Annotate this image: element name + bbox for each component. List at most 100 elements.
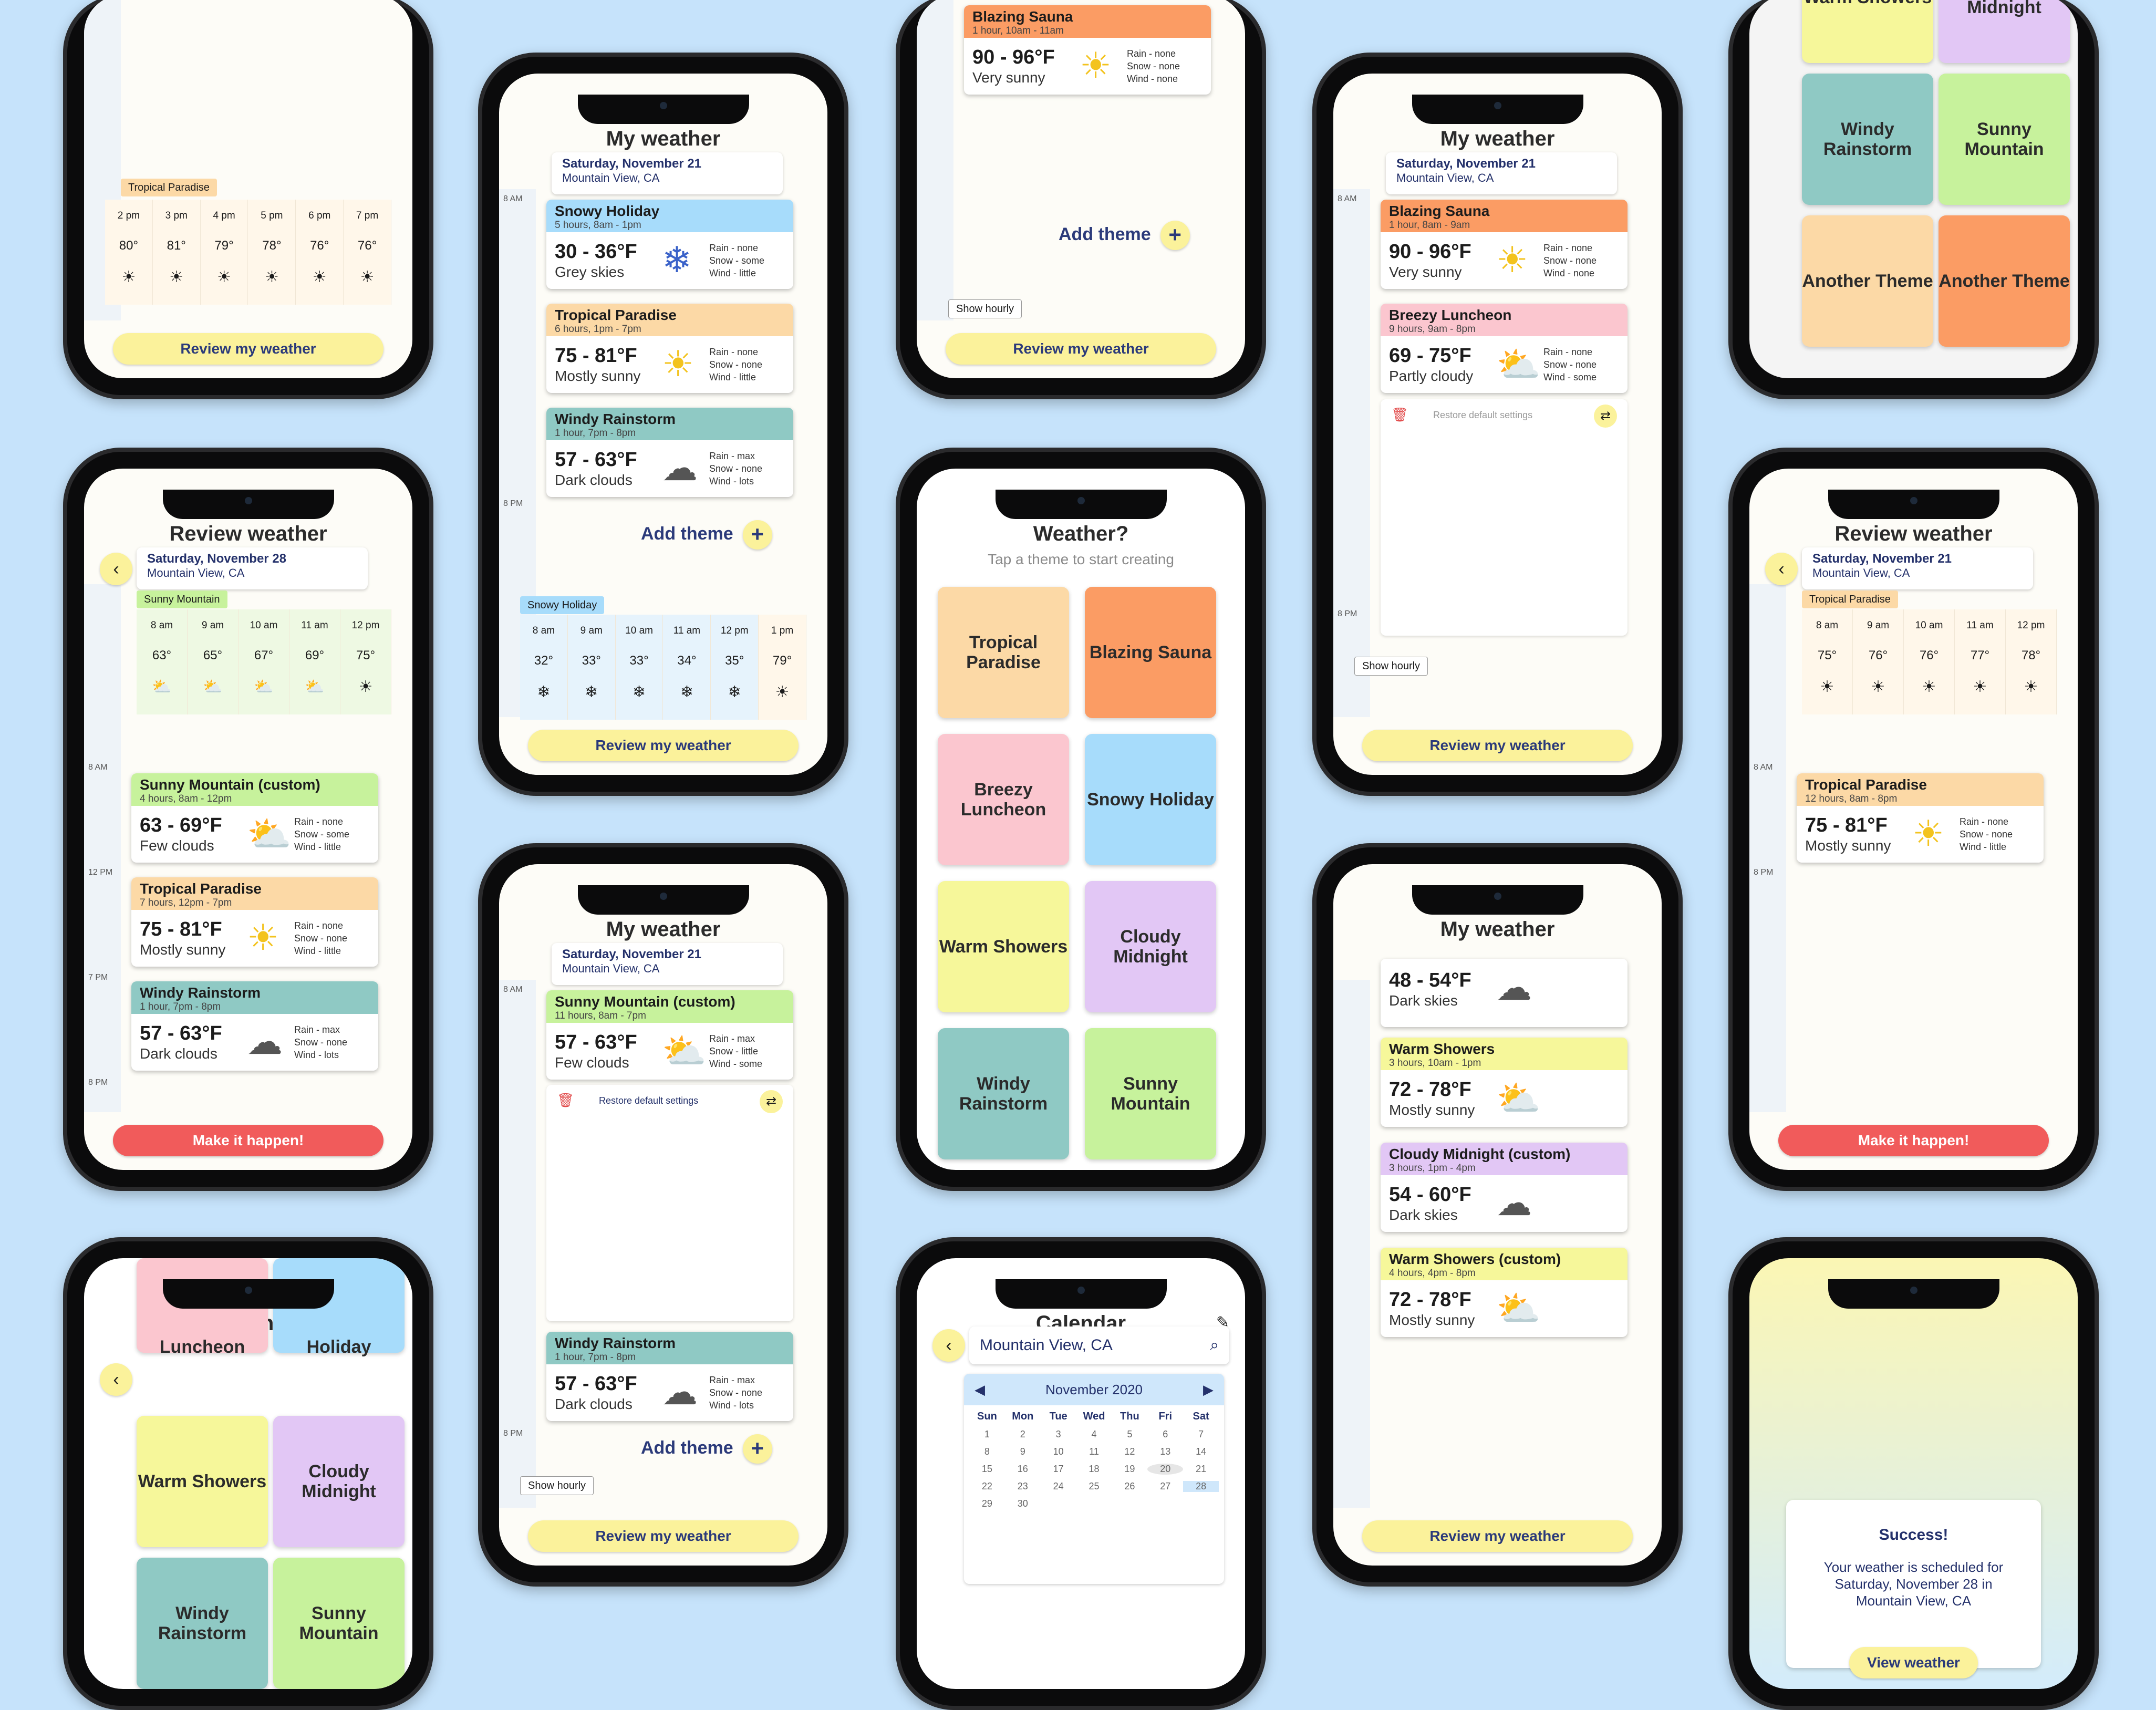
time-label: 8 AM: [1754, 763, 1773, 772]
calendar-day-selected[interactable]: 28: [1183, 1481, 1219, 1492]
review-weather-button[interactable]: Review my weather: [946, 333, 1216, 365]
page-title: Review weather: [169, 522, 327, 545]
add-theme-button[interactable]: Add theme +: [641, 520, 772, 550]
calendar-day[interactable]: 6: [1147, 1429, 1183, 1440]
theme-tile[interactable]: Cloudy Midnight: [273, 1416, 405, 1547]
screen: Success! Your weather is scheduled for S…: [1749, 1258, 2078, 1689]
theme-card-blazing-sauna[interactable]: Blazing Sauna 1 hour, 10am - 11am 90 - 96…: [964, 5, 1211, 95]
date-location-box[interactable]: Saturday, November 21 Mountain View, CA: [1386, 152, 1617, 194]
theme-tile-warm-showers[interactable]: Warm Showers: [938, 881, 1069, 1012]
theme-tile-tropical-paradise[interactable]: Tropical Paradise: [938, 587, 1069, 718]
back-arrow-icon[interactable]: ‹: [932, 1329, 965, 1362]
theme-tile-sunny-mountain[interactable]: Sunny Mountain: [1085, 1028, 1216, 1159]
make-it-happen-button[interactable]: Make it happen!: [1778, 1125, 2049, 1156]
calendar-day[interactable]: 9: [1005, 1446, 1041, 1457]
theme-tile[interactable]: Warm Showers: [137, 1416, 268, 1547]
review-weather-button[interactable]: Review my weather: [528, 730, 799, 761]
calendar-day[interactable]: 14: [1183, 1446, 1219, 1457]
theme-card-sunny-mountain[interactable]: Sunny Mountain (custom) 11 hours, 8am - 7…: [546, 990, 793, 1080]
calendar-day[interactable]: 13: [1147, 1446, 1183, 1457]
back-arrow-icon[interactable]: ‹: [100, 1363, 132, 1396]
theme-tile[interactable]: Another Theme: [1939, 215, 2070, 347]
calendar-day[interactable]: 3: [1041, 1429, 1076, 1440]
theme-tile-cloudy-midnight[interactable]: Cloudy Midnight: [1085, 881, 1216, 1012]
calendar-day[interactable]: 4: [1076, 1429, 1112, 1440]
hour-column: 12 pm 35° ❄: [711, 615, 759, 720]
theme-tile-snowy-holiday[interactable]: Snowy Holiday: [1085, 734, 1216, 865]
date-location-box[interactable]: Saturday, November 21 Mountain View, CA: [552, 152, 783, 194]
make-it-happen-button[interactable]: Make it happen!: [113, 1125, 383, 1156]
restore-defaults-button[interactable]: Restore default settings: [599, 1095, 698, 1106]
calendar-day[interactable]: 23: [1005, 1481, 1041, 1492]
calendar-day[interactable]: 7: [1183, 1429, 1219, 1440]
date-location-box[interactable]: Saturday, November 21 Mountain View, CA: [552, 943, 783, 985]
theme-tile-breezy-luncheon[interactable]: Breezy Luncheon: [938, 734, 1069, 865]
calendar-day[interactable]: 8: [969, 1446, 1005, 1457]
calendar-day[interactable]: 2: [1005, 1429, 1041, 1440]
chevron-left-icon[interactable]: ◀: [975, 1374, 985, 1405]
calendar-day[interactable]: 18: [1076, 1464, 1112, 1475]
theme-card-warm-showers-custom[interactable]: Warm Showers (custom) 4 hours, 4pm - 8pm …: [1381, 1248, 1628, 1337]
theme-card-warm-showers[interactable]: Warm Showers 3 hours, 10am - 1pm 72 - 78°…: [1381, 1038, 1628, 1127]
review-weather-button[interactable]: Review my weather: [1362, 1520, 1633, 1552]
calendar-day[interactable]: 19: [1112, 1464, 1147, 1475]
calendar-day[interactable]: 15: [969, 1464, 1005, 1475]
theme-tag[interactable]: Snowy Holiday: [520, 596, 605, 614]
back-arrow-icon[interactable]: ‹: [100, 553, 132, 585]
show-hourly-toggle[interactable]: Show hourly: [1354, 657, 1428, 676]
theme-card-windy-rainstorm[interactable]: Windy Rainstorm 1 hour, 7pm - 8pm 57 - 63…: [546, 408, 793, 497]
calendar-day[interactable]: 21: [1183, 1464, 1219, 1475]
theme-card-blazing-sauna[interactable]: Blazing Sauna 1 hour, 8am - 9am 90 - 96°F…: [1381, 200, 1628, 289]
swap-icon[interactable]: ⇄: [760, 1090, 783, 1113]
calendar-day[interactable]: 10: [1041, 1446, 1076, 1457]
theme-tile[interactable]: Another Theme: [1802, 215, 1933, 347]
search-icon[interactable]: ⌕: [1210, 1326, 1219, 1364]
review-weather-button[interactable]: Review my weather: [528, 1520, 799, 1552]
hour-column: 1 pm 79° ☀: [759, 615, 806, 720]
theme-card-breezy-luncheon[interactable]: Breezy Luncheon 9 hours, 9am - 8pm 69 - 7…: [1381, 304, 1628, 393]
sun-icon: ☀: [1080, 46, 1112, 86]
theme-tile[interactable]: Windy Rainstorm: [1802, 74, 1933, 205]
theme-tile[interactable]: Cloudy Midnight: [1939, 0, 2070, 63]
theme-tile[interactable]: Windy Rainstorm: [137, 1558, 268, 1689]
theme-tag[interactable]: Tropical Paradise: [121, 179, 217, 196]
calendar-day[interactable]: 1: [969, 1429, 1005, 1440]
theme-card-snowy-holiday[interactable]: Snowy Holiday 5 hours, 8am - 1pm 30 - 36°…: [546, 200, 793, 289]
theme-card-windy-rainstorm[interactable]: Windy Rainstorm 1 hour, 7pm - 8pm 57 - 63…: [546, 1332, 793, 1421]
review-weather-button[interactable]: Review my weather: [1362, 730, 1633, 761]
chevron-right-icon[interactable]: ▶: [1203, 1374, 1214, 1405]
theme-tile[interactable]: Sunny Mountain: [1939, 74, 2070, 205]
trash-icon[interactable]: 🗑: [1391, 407, 1408, 423]
add-theme-button[interactable]: Add theme +: [641, 1434, 772, 1464]
calendar-day[interactable]: 5: [1112, 1429, 1147, 1440]
swap-icon[interactable]: ⇄: [1594, 405, 1617, 428]
theme-card-cloudy-midnight[interactable]: Cloudy Midnight (custom) 3 hours, 1pm - 4…: [1381, 1143, 1628, 1232]
theme-card-tropical-paradise[interactable]: Tropical Paradise 6 hours, 1pm - 7pm 75 -…: [546, 304, 793, 393]
calendar-day[interactable]: 29: [969, 1498, 1005, 1509]
trash-icon[interactable]: 🗑: [557, 1092, 574, 1108]
calendar-day[interactable]: 25: [1076, 1481, 1112, 1492]
theme-tile-windy-rainstorm[interactable]: Windy Rainstorm: [938, 1028, 1069, 1159]
calendar-day[interactable]: 22: [969, 1481, 1005, 1492]
calendar-day[interactable]: 27: [1147, 1481, 1183, 1492]
calendar-day[interactable]: 11: [1076, 1446, 1112, 1457]
calendar-day[interactable]: 24: [1041, 1481, 1076, 1492]
show-hourly-toggle[interactable]: Show hourly: [520, 1476, 594, 1495]
view-weather-button[interactable]: View weather: [1849, 1647, 1978, 1678]
theme-card-windy-rainstorm[interactable]: 48 - 54°F Dark skies ☁: [1381, 959, 1628, 1027]
theme-tile[interactable]: Sunny Mountain: [273, 1558, 405, 1689]
show-hourly-toggle[interactable]: Show hourly: [948, 299, 1022, 318]
back-arrow-icon[interactable]: ‹: [1765, 553, 1798, 585]
theme-tile-blazing-sauna[interactable]: Blazing Sauna: [1085, 587, 1216, 718]
restore-defaults-button[interactable]: Restore default settings: [1433, 410, 1532, 421]
location-search-input[interactable]: Mountain View, CA ⌕: [969, 1326, 1229, 1364]
add-theme-button[interactable]: Add theme +: [1059, 221, 1190, 250]
theme-tile[interactable]: Warm Showers: [1802, 0, 1933, 63]
calendar-day[interactable]: 16: [1005, 1464, 1041, 1475]
calendar-day[interactable]: 30: [1005, 1498, 1041, 1509]
calendar-day[interactable]: 17: [1041, 1464, 1076, 1475]
calendar-day[interactable]: 26: [1112, 1481, 1147, 1492]
calendar-day-today[interactable]: 20: [1147, 1464, 1184, 1475]
calendar-day[interactable]: 12: [1112, 1446, 1147, 1457]
review-weather-button[interactable]: Review my weather: [113, 333, 383, 365]
